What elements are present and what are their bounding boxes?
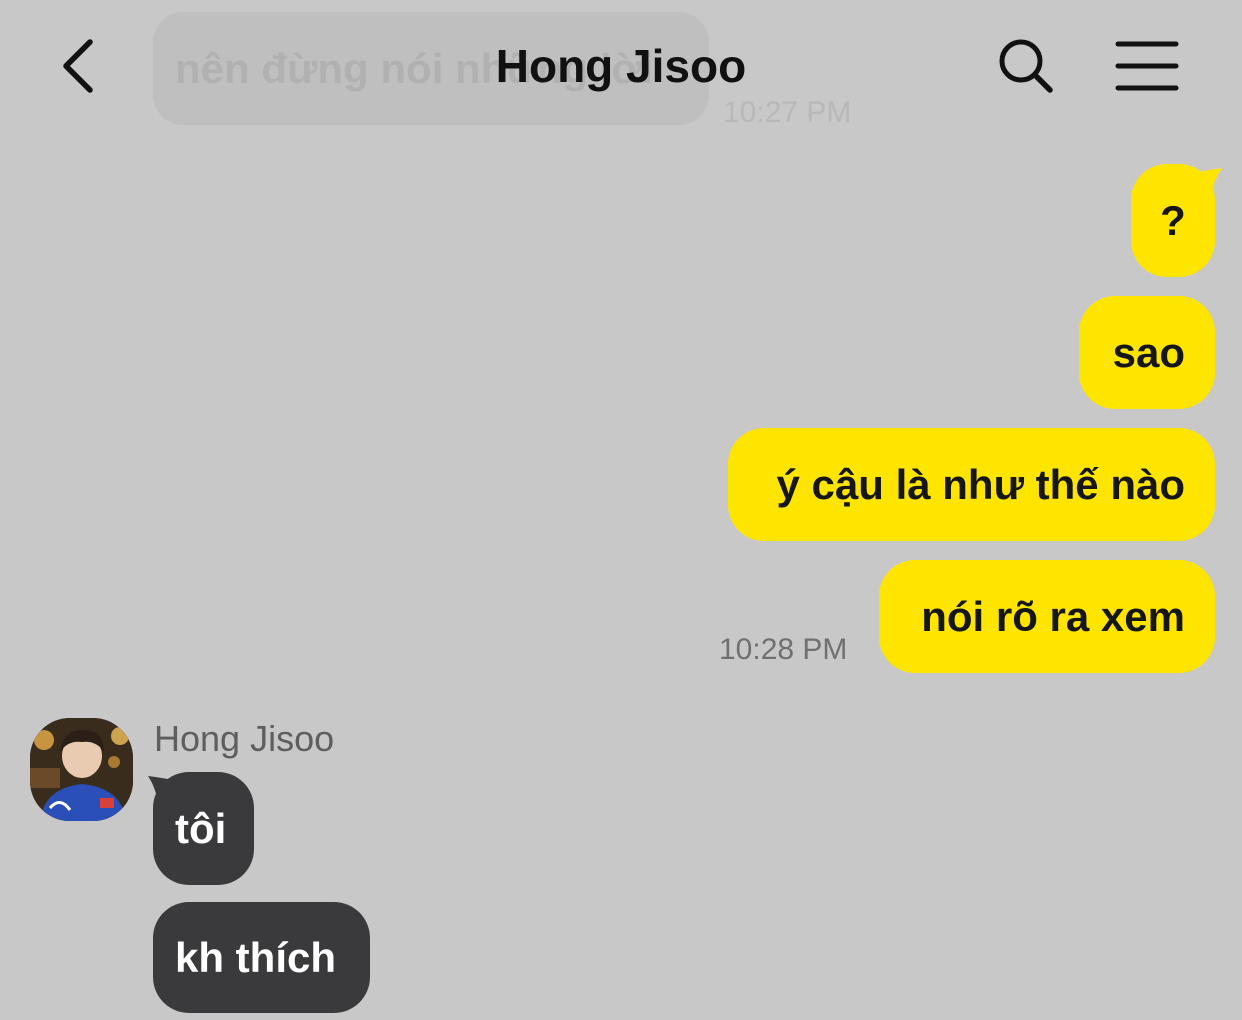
my-message-bubble[interactable]: nói rõ ra xem — [879, 560, 1215, 673]
chevron-left-icon — [63, 39, 93, 93]
avatar[interactable] — [30, 718, 133, 821]
message-timestamp: 10:28 PM — [719, 633, 848, 666]
previous-message-time: 10:27 PM — [723, 96, 852, 129]
search-button[interactable] — [996, 36, 1056, 96]
my-message-bubble[interactable]: sao — [1079, 296, 1215, 409]
search-icon — [999, 39, 1053, 93]
message-text: ý cậu là như thế nào — [776, 460, 1186, 508]
menu-button[interactable] — [1114, 38, 1180, 94]
back-button[interactable] — [56, 34, 106, 98]
avatar-photo — [30, 718, 133, 821]
message-text: sao — [1112, 328, 1185, 376]
message-text: nói rõ ra xem — [921, 592, 1185, 640]
message-text: ? — [1160, 196, 1186, 244]
sender-name: Hong Jisoo — [154, 718, 335, 759]
message-text: kh thích — [175, 933, 337, 981]
message-text: tôi — [175, 804, 227, 852]
their-message-bubble[interactable]: tôi — [153, 772, 254, 885]
my-message-bubble[interactable]: ? — [1131, 164, 1215, 277]
hamburger-menu-icon — [1115, 41, 1179, 91]
my-message-bubble[interactable]: ý cậu là như thế nào — [728, 428, 1215, 541]
chat-area: nên đừng nói những lời 10:27 PM Hong Jis… — [0, 0, 1242, 1020]
their-message-bubble[interactable]: kh thích — [153, 902, 370, 1013]
